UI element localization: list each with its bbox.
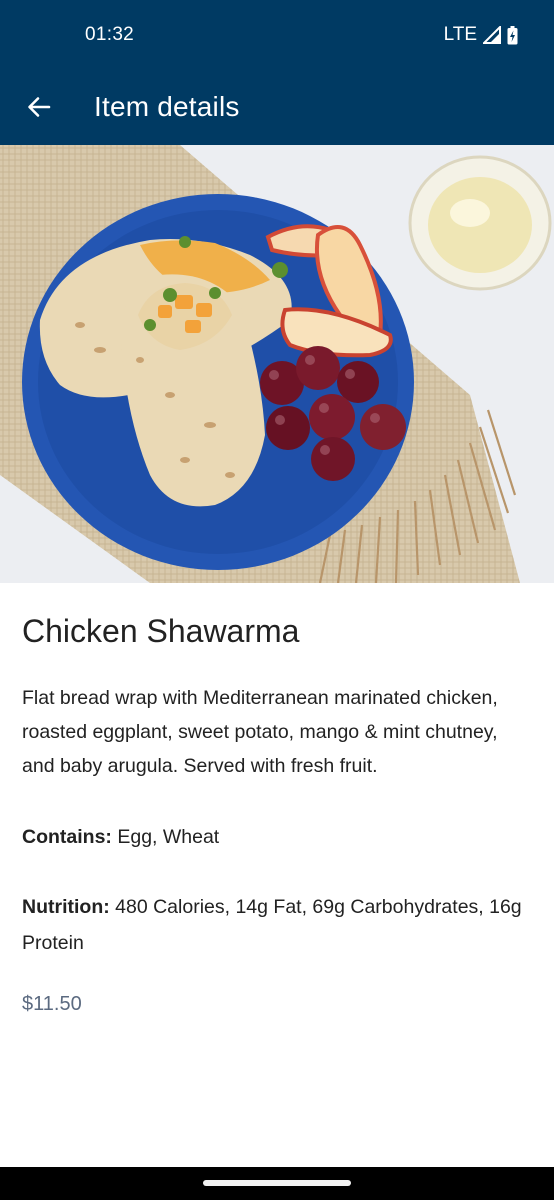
status-bar: 01:32 LTE xyxy=(0,0,554,70)
page-title: Item details xyxy=(94,91,240,122)
back-button[interactable] xyxy=(18,86,60,128)
item-name: Chicken Shawarma xyxy=(22,613,300,649)
arrow-left-icon xyxy=(28,97,51,117)
item-details: Chicken Shawarma Flat bread wrap with Me… xyxy=(22,583,532,1016)
nutrition-label: Nutrition: xyxy=(22,896,110,918)
contains-value: Egg, Wheat xyxy=(111,826,220,848)
item-price: $11.50 xyxy=(22,993,82,1015)
battery-icon xyxy=(507,25,518,44)
app-bar: Item details xyxy=(0,70,554,145)
system-nav-bar xyxy=(0,1167,554,1200)
nutrition-line: Nutrition: 480 Calories, 14g Fat, 69g Ca… xyxy=(22,889,532,961)
status-indicators: LTE xyxy=(444,24,518,46)
home-gesture-handle[interactable] xyxy=(203,1180,351,1186)
item-photo xyxy=(0,145,554,583)
signal-icon xyxy=(483,26,501,44)
network-type: LTE xyxy=(443,24,477,45)
contains-label: Contains: xyxy=(22,826,112,848)
allergens-line: Contains: Egg, Wheat xyxy=(22,819,532,855)
status-time: 01:32 xyxy=(85,24,135,45)
item-description: Flat bread wrap with Mediterranean marin… xyxy=(22,687,498,777)
